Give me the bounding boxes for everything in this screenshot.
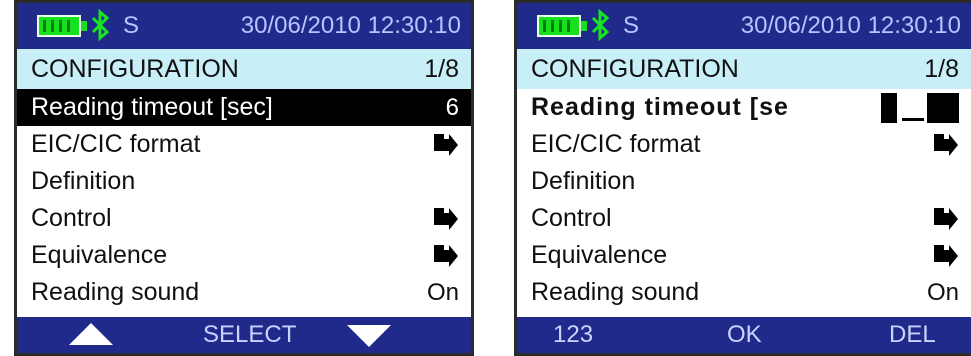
arrow-right-icon (434, 207, 458, 230)
status-letter: S (623, 12, 640, 39)
menu-item-definition[interactable]: Definition (517, 163, 971, 200)
edit-slot-filled (927, 92, 959, 123)
menu-item-equivalence[interactable]: Equivalence (517, 237, 971, 274)
bluetooth-icon (591, 9, 610, 41)
menu-item-label: Definition (531, 167, 636, 195)
arrow-right-icon (434, 244, 458, 267)
menu-item-label: Reading sound (31, 278, 200, 306)
delete-softkey[interactable]: DEL (889, 321, 936, 349)
arrow-right-icon (934, 244, 958, 267)
menu-header: CONFIGURATION 1/8 (17, 49, 471, 89)
down-triangle-icon[interactable] (347, 325, 391, 347)
softkey-bar: 123 OK DEL (517, 317, 971, 353)
date-time: 30/06/2010 12:30:10 (740, 12, 961, 39)
menu-item-control[interactable]: Control (517, 200, 971, 237)
up-triangle-icon[interactable] (69, 323, 113, 345)
status-bar: S 30/06/2010 12:30:10 (17, 3, 471, 49)
numeric-edit-field[interactable] (881, 92, 959, 123)
menu-item-label: Reading timeout [sec] (31, 93, 273, 121)
arrow-right-icon (934, 133, 958, 156)
edit-cursor (881, 92, 897, 123)
menu-item-label: Reading sound (531, 278, 700, 306)
device-screen-right: S 30/06/2010 12:30:10 CONFIGURATION 1/8 … (514, 0, 971, 356)
select-softkey[interactable]: SELECT (203, 321, 296, 349)
device-screen-left: S 30/06/2010 12:30:10 CONFIGURATION 1/8 … (14, 0, 474, 356)
menu-item-label: Control (31, 204, 112, 232)
menu-item-reading-timeout[interactable]: Reading timeout [sec] 6 (17, 89, 471, 126)
menu-item-label: Equivalence (31, 241, 168, 269)
menu-item-value: On (926, 278, 959, 306)
page-indicator: 1/8 (424, 54, 459, 83)
menu-item-label: Reading timeout [se (531, 93, 789, 121)
menu-title: CONFIGURATION (31, 54, 239, 83)
menu-header: CONFIGURATION 1/8 (517, 49, 971, 89)
ok-softkey[interactable]: OK (727, 321, 762, 349)
menu-item-control[interactable]: Control (17, 200, 471, 237)
edit-slot (902, 117, 924, 121)
menu-item-label: EIC/CIC format (531, 130, 701, 158)
arrow-right-icon (934, 207, 958, 230)
menu-item-equivalence[interactable]: Equivalence (17, 237, 471, 274)
battery-icon (537, 15, 581, 37)
menu-item-reading-sound[interactable]: Reading sound On (17, 274, 471, 311)
date-time: 30/06/2010 12:30:10 (240, 12, 461, 39)
menu-item-eic-cic-format[interactable]: EIC/CIC format (517, 126, 971, 163)
menu-item-reading-sound[interactable]: Reading sound On (517, 274, 971, 311)
menu-item-label: EIC/CIC format (31, 130, 201, 158)
menu-item-eic-cic-format[interactable]: EIC/CIC format (17, 126, 471, 163)
page-indicator: 1/8 (924, 54, 959, 83)
menu-item-reading-timeout-edit[interactable]: Reading timeout [se (517, 89, 971, 126)
menu-list: CONFIGURATION 1/8 Reading timeout [sec] … (17, 49, 471, 323)
menu-item-label: Definition (31, 167, 136, 195)
arrow-right-icon (434, 133, 458, 156)
menu-list: CONFIGURATION 1/8 Reading timeout [se EI… (517, 49, 971, 323)
bluetooth-icon (91, 9, 110, 41)
menu-item-definition[interactable]: Definition (17, 163, 471, 200)
battery-icon (37, 15, 81, 37)
battery-tip (81, 21, 87, 31)
softkey-bar: SELECT (17, 317, 471, 353)
status-letter: S (123, 12, 140, 39)
menu-item-value: 6 (445, 93, 459, 121)
menu-item-label: Equivalence (531, 241, 668, 269)
menu-item-value: On (426, 278, 459, 306)
battery-tip (581, 21, 587, 31)
menu-item-label: Control (531, 204, 612, 232)
numeric-mode-softkey[interactable]: 123 (553, 321, 593, 349)
status-bar: S 30/06/2010 12:30:10 (517, 3, 971, 49)
menu-title: CONFIGURATION (531, 54, 739, 83)
